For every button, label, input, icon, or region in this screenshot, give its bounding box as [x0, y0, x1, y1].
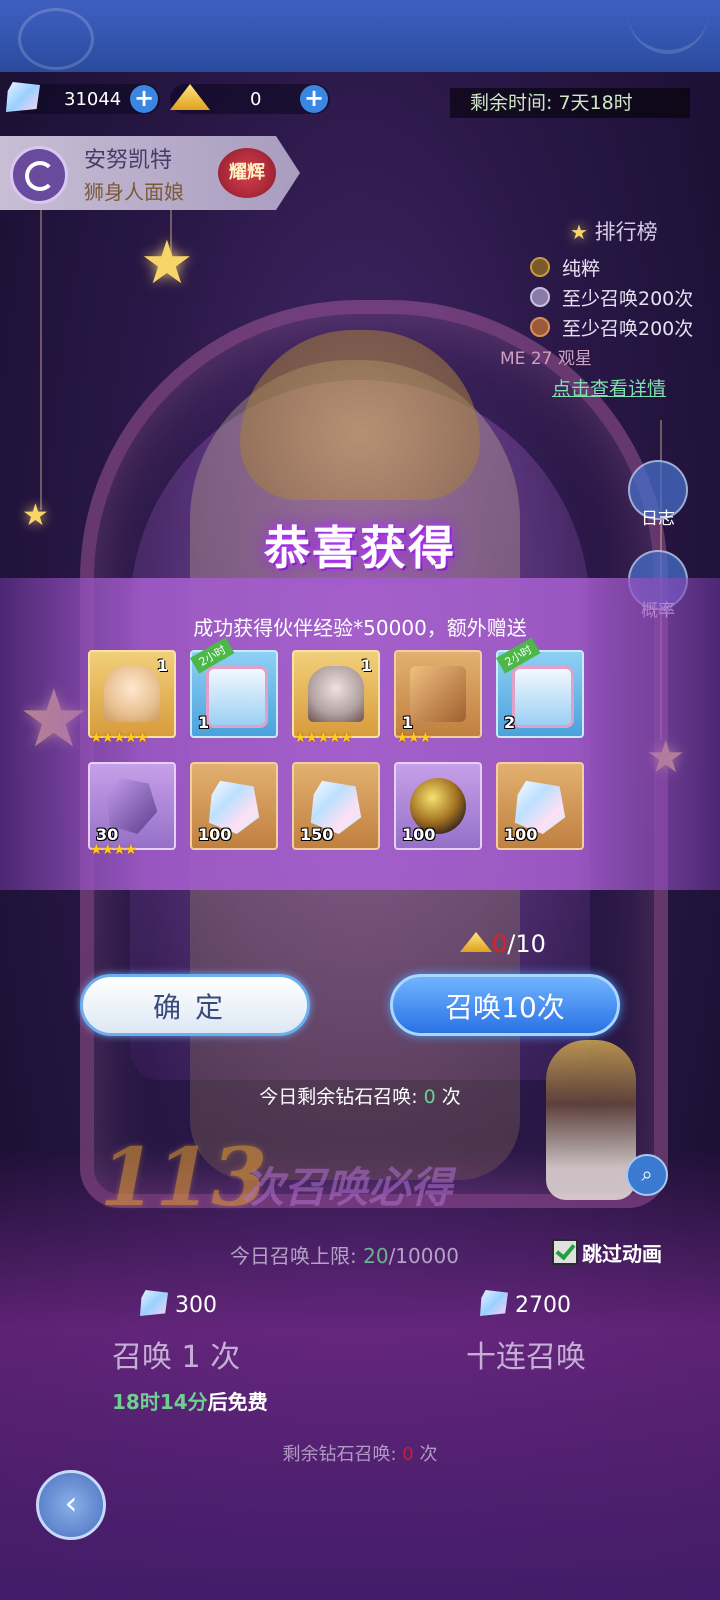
- item-count: 100: [198, 825, 232, 844]
- item-count: 2: [504, 713, 516, 732]
- ranking-item-text: 至少召唤200次: [562, 318, 694, 340]
- dialog-subtitle: 成功获得伙伴经验*50000，额外赠送: [193, 616, 527, 640]
- moon-faction-icon: [10, 146, 68, 204]
- item-count: 100: [402, 825, 436, 844]
- summon-10-button[interactable]: 召唤10次: [390, 974, 620, 1036]
- reward-item-chest[interactable]: 2小时 1: [190, 637, 278, 738]
- reward-item-orb[interactable]: 100: [394, 762, 482, 850]
- ranking-item: 至少召唤200次: [530, 314, 693, 341]
- dialog-title: 恭喜获得: [264, 521, 456, 575]
- reward-item-partner[interactable]: 1 ★★★★★: [292, 650, 380, 746]
- limit-label: 今日召唤上限:: [230, 1244, 364, 1268]
- ranking-title-text: 排行榜: [594, 220, 658, 244]
- single-summon-cost: 300: [140, 1290, 217, 1318]
- star-decoration: ★: [140, 228, 194, 298]
- rank-1-icon: [530, 257, 550, 277]
- limit-total: /10000: [388, 1244, 459, 1268]
- today-unit: 次: [435, 1086, 461, 1108]
- diamond-amount: 31044: [64, 89, 122, 110]
- reward-item-diamond[interactable]: 100: [496, 762, 584, 850]
- ranking-item-text: 至少召唤200次: [562, 288, 694, 310]
- skip-label: 跳过动画: [582, 1242, 662, 1266]
- add-gold-button[interactable]: +: [300, 85, 328, 113]
- reward-item-gem[interactable]: 30 ★★★★: [88, 762, 176, 858]
- summon-ten-button[interactable]: 十连召唤: [466, 1332, 586, 1378]
- diamond-counter: 31044 +: [6, 82, 160, 114]
- daily-summon-limit: 今日召唤上限: 20/10000: [230, 1240, 459, 1269]
- summon-gold-cost: 0/10: [460, 930, 546, 958]
- wave-decoration: [628, 10, 708, 54]
- checkbox-checked-icon[interactable]: [552, 1239, 578, 1265]
- game-screen: ★ ★ ★ ★ 31044 + 0 + 剩余时间: 7天18时 安努凯特 狮身人…: [0, 0, 720, 1600]
- pity-banner: 113 次召唤必得: [100, 1130, 452, 1224]
- reward-item-chest[interactable]: 2小时 2: [496, 637, 584, 738]
- rarity-stars: ★★★★★: [294, 730, 353, 746]
- ten-cost-value: 2700: [515, 1293, 571, 1318]
- rarity-badge: 耀辉: [218, 148, 276, 198]
- my-rank: ME 27 观星: [500, 349, 592, 369]
- ranking-item-text: 纯粹: [562, 258, 601, 280]
- hanging-thread: [40, 210, 42, 510]
- character-title: 狮身人面娘: [84, 180, 184, 204]
- reward-item-diamond[interactable]: 150: [292, 762, 380, 850]
- rarity-stars: ★★★★: [90, 842, 137, 858]
- item-count: 150: [300, 825, 334, 844]
- ranking-details-link[interactable]: 点击查看详情: [552, 374, 666, 401]
- back-arrow-icon[interactable]: ‹: [36, 1470, 106, 1540]
- remain-count: 0: [402, 1444, 414, 1465]
- top-banner: [0, 0, 720, 72]
- single-cost-value: 300: [175, 1293, 217, 1318]
- free-summon-timer: 18时14分后免费: [112, 1386, 268, 1415]
- chibi-character: [546, 1040, 636, 1200]
- treasure-chest-icon: [512, 666, 574, 728]
- reward-item-mystery-box[interactable]: 1 ★★★: [394, 650, 482, 746]
- item-count: 100: [504, 825, 538, 844]
- remain-unit: 次: [413, 1444, 438, 1465]
- treasure-chest-icon: [206, 666, 268, 728]
- reward-item-diamond[interactable]: 100: [190, 762, 278, 850]
- ranking-item: 纯粹: [530, 254, 600, 281]
- today-count: 0: [423, 1086, 436, 1108]
- gold-amount: 0: [250, 89, 262, 110]
- featured-character-tag[interactable]: 安努凯特 狮身人面娘 耀辉: [0, 136, 300, 210]
- gold-counter: 0 +: [170, 84, 330, 114]
- rank-3-icon: [530, 317, 550, 337]
- magnifier-icon[interactable]: ⌕: [626, 1154, 668, 1196]
- add-diamond-button[interactable]: +: [130, 85, 158, 113]
- remaining-time: 剩余时间: 7天18时: [450, 88, 690, 118]
- diamond-icon: [6, 82, 40, 112]
- gold-need: /10: [507, 930, 546, 958]
- reward-item-partner[interactable]: 1 ★★★★★: [88, 650, 176, 746]
- heart-swirl-decoration: [18, 8, 94, 70]
- today-label: 今日剩余钻石召唤:: [259, 1086, 424, 1108]
- partner-portrait: [104, 666, 160, 722]
- gold-pile-icon: [460, 932, 492, 952]
- rank-2-icon: [530, 287, 550, 307]
- gold-have: 0: [492, 930, 508, 958]
- mystery-box-icon: [410, 666, 466, 722]
- ranking-title[interactable]: ★ 排行榜: [570, 216, 658, 246]
- confirm-button[interactable]: 确定: [80, 974, 310, 1036]
- summon-1-button[interactable]: 召唤 1 次: [112, 1332, 240, 1378]
- item-count: 1: [360, 656, 372, 675]
- rarity-stars: ★★★★★: [90, 730, 149, 746]
- partner-portrait: [308, 666, 364, 722]
- pity-text: 次召唤必得: [242, 1163, 453, 1212]
- diamond-icon: [480, 1290, 508, 1316]
- diamond-icon: [140, 1290, 168, 1316]
- rarity-stars: ★★★: [396, 730, 432, 746]
- limit-used: 20: [363, 1244, 389, 1268]
- item-count: 1: [198, 713, 210, 732]
- free-label: 后免费: [207, 1390, 268, 1414]
- character-name: 安努凯特: [84, 148, 173, 173]
- remaining-diamond-summons: 剩余钻石召唤: 0 次: [0, 1440, 720, 1466]
- ten-summon-cost: 2700: [480, 1290, 571, 1318]
- item-count: 1: [156, 656, 168, 675]
- ranking-item: 至少召唤200次: [530, 284, 693, 311]
- skip-animation-toggle[interactable]: 跳过动画: [552, 1238, 662, 1267]
- remain-label: 剩余钻石召唤:: [282, 1444, 403, 1465]
- star-icon: ★: [570, 220, 588, 244]
- gold-pile-icon: [170, 84, 210, 110]
- free-time: 18时14分: [112, 1390, 208, 1414]
